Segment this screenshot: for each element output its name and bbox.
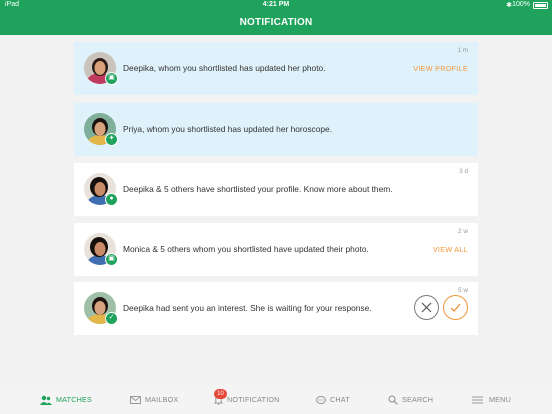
- notification-item[interactable]: ▣ Deepika, whom you shortlisted has upda…: [74, 42, 478, 95]
- status-bar: iPad 4:21 PM ✱ 100%: [0, 0, 552, 11]
- photo-icon: ▣: [105, 72, 118, 85]
- tab-chat[interactable]: CHAT: [316, 385, 350, 414]
- search-icon: [388, 395, 398, 405]
- tab-label: SEARCH: [402, 395, 434, 404]
- photo-icon: ▣: [105, 253, 118, 266]
- notification-message: Deepika & 5 others have shortlisted your…: [123, 184, 393, 194]
- tab-menu[interactable]: MENU: [472, 385, 511, 414]
- tab-matches[interactable]: MATCHES: [40, 385, 92, 414]
- clock: 4:21 PM: [262, 1, 290, 8]
- view-profile-link[interactable]: VIEW PROFILE: [413, 42, 468, 95]
- tab-label: MENU: [489, 395, 511, 404]
- notification-item[interactable]: ● Deepika & 5 others have shortlisted yo…: [74, 163, 478, 216]
- menu-icon: [472, 396, 483, 404]
- close-icon: [421, 302, 432, 313]
- notification-message: Deepika, whom you shortlisted has update…: [123, 63, 326, 73]
- notification-item[interactable]: ▣ Monica & 5 others whom you shortlisted…: [74, 223, 478, 276]
- accept-button[interactable]: [443, 295, 468, 320]
- chat-icon: [316, 395, 326, 404]
- notification-time: 5 w: [458, 287, 468, 294]
- notification-message: Monica & 5 others whom you shortlisted h…: [123, 244, 369, 254]
- notification-count-badge: 10: [214, 389, 227, 399]
- battery-icon: [533, 2, 548, 9]
- matches-icon: [40, 395, 52, 406]
- tab-label: MAILBOX: [145, 395, 179, 404]
- interest-icon: ✓: [105, 312, 118, 325]
- notification-item[interactable]: ✓ Deepika had sent you an interest. She …: [74, 282, 478, 335]
- notification-time: 3 d: [459, 168, 468, 175]
- tab-label: NOTIFICATION: [227, 395, 280, 404]
- notification-item[interactable]: ✦ Priya, whom you shortlisted has update…: [74, 103, 478, 156]
- page-title: NOTIFICATION: [0, 11, 552, 35]
- horoscope-icon: ✦: [105, 133, 118, 146]
- tab-label: CHAT: [330, 395, 350, 404]
- mailbox-icon: [130, 396, 141, 405]
- check-icon: [450, 303, 461, 312]
- tab-label: MATCHES: [56, 395, 93, 404]
- tab-search[interactable]: SEARCH: [388, 385, 433, 414]
- user-icon: ●: [105, 193, 118, 206]
- battery-percent: 100%: [512, 1, 530, 8]
- notification-message: Priya, whom you shortlisted has updated …: [123, 124, 333, 134]
- view-all-link[interactable]: VIEW ALL: [433, 223, 468, 276]
- decline-button[interactable]: [414, 295, 439, 320]
- tab-mailbox[interactable]: MAILBOX: [130, 385, 178, 414]
- notification-message: Deepika had sent you an interest. She is…: [123, 303, 372, 313]
- tab-bar: MATCHES MAILBOX NOTIFICATION CHAT SEARCH…: [0, 385, 552, 414]
